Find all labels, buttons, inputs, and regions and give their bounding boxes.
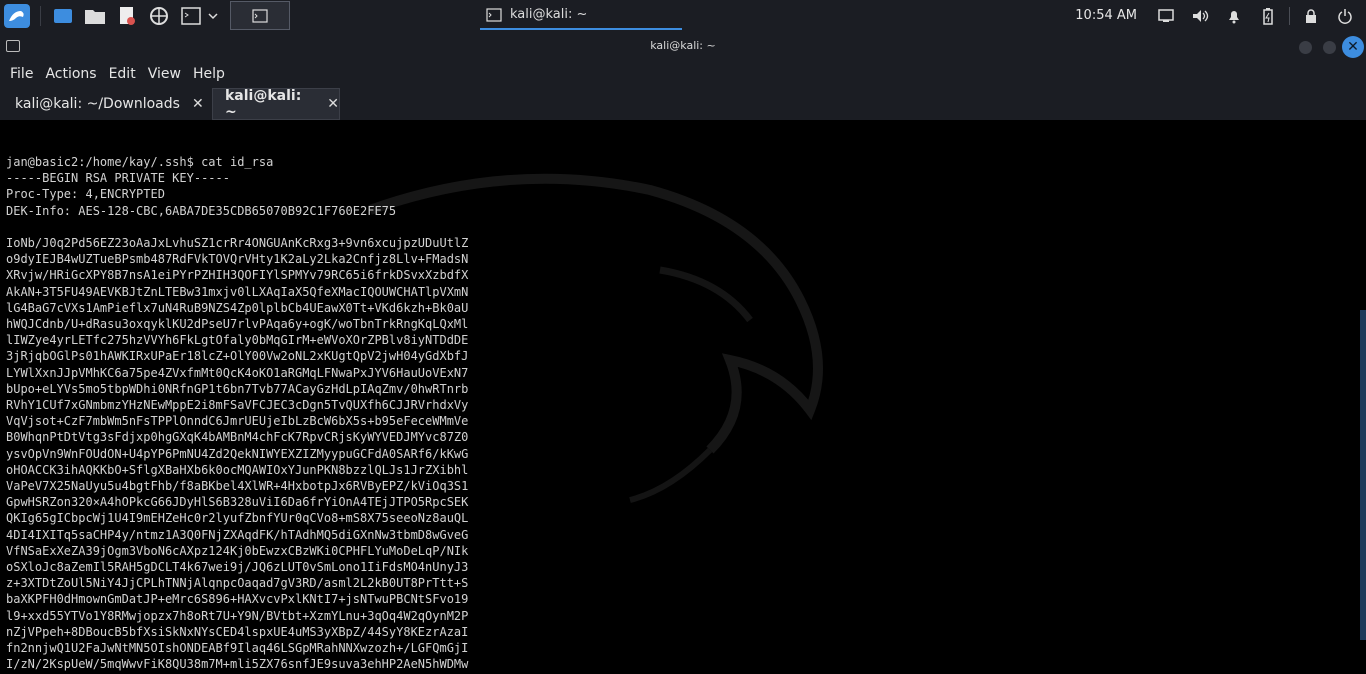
tab-bar: kali@kali: ~/Downloads ✕ kali@kali: ~ ✕	[0, 86, 1366, 120]
tab-label: kali@kali: ~/Downloads	[15, 96, 180, 112]
panel-separator	[40, 5, 41, 26]
maximize-button[interactable]	[1323, 41, 1336, 54]
terminal-line: VaPeV7X25NaUyu5u4bgtFhb/f8aBKbel4XlWR+4H…	[6, 479, 469, 494]
power-icon[interactable]	[1334, 5, 1356, 27]
terminal-line: o9dyIEJB4wUZTueBPsmb487RdFVkTOVQrVHty1K2…	[6, 252, 469, 267]
close-icon: ✕	[1347, 39, 1359, 55]
terminal-output[interactable]: jan@basic2:/home/kay/.ssh$ cat id_rsa ---…	[0, 120, 1366, 674]
taskbar-window-title: kali@kali: ~	[510, 7, 588, 22]
display-icon[interactable]	[1155, 5, 1177, 27]
volume-icon[interactable]	[1189, 5, 1211, 27]
workspace-active-button[interactable]	[230, 1, 290, 30]
close-window-button[interactable]: ✕	[1342, 36, 1364, 58]
terminal-line: DEK-Info: AES-128-CBC,6ABA7DE35CDB65070B…	[6, 203, 397, 218]
menu-edit[interactable]: Edit	[103, 66, 142, 82]
terminal-line: VqVjsot+CzF7mbWm5nFsTPPlOnndC6JmrUEUjeIb…	[6, 414, 469, 429]
terminal-line: LYWlXxnJJpVMhKC6a75pe4ZVxfmMt0QcK4oKO1aR…	[6, 365, 469, 380]
terminal-line: AkAN+3T5FU49AEVKBJtZnLTEBw31mxjv0lLXAqIa…	[6, 284, 469, 299]
menu-view[interactable]: View	[142, 66, 187, 82]
menu-file[interactable]: File	[4, 66, 39, 82]
terminal-line: XRvjw/HRiGcXPY8B7nsA1eiPYrPZHIH3QOFIYlSP…	[6, 268, 469, 283]
terminal-line: -----BEGIN RSA PRIVATE KEY-----	[6, 171, 230, 186]
terminal-line: lG4BaG7cVXs1AmPieflx7uN4RuB9NZS4Zp0lplbC…	[6, 300, 469, 315]
text-editor-icon[interactable]	[115, 4, 139, 28]
terminal-text: jan@basic2:/home/kay/.ssh$ cat id_rsa ---…	[6, 154, 468, 673]
close-tab-icon[interactable]: ✕	[192, 96, 204, 112]
terminal-line: Proc-Type: 4,ENCRYPTED	[6, 187, 165, 202]
web-browser-icon[interactable]	[147, 4, 171, 28]
terminal-line: GpwHSRZon320×A4hOPkcG66JDyHlS6B328uViI6D…	[6, 495, 469, 510]
terminal-line: RVhY1CUf7xGNmbmzYHzNEwMppE2i8mFSaVFCJEC3…	[6, 398, 469, 413]
terminal-line: IoNb/J0q2Pd56EZ23oAaJxLvhuSZ1crRr4ONGUAn…	[6, 236, 469, 251]
terminal-icon	[486, 7, 502, 22]
terminal-line: VfNSaExXeZA39jOgm3VboN6cAXpz124Kj0bEwzxC…	[6, 543, 469, 558]
terminal-line: jan@basic2:/home/kay/.ssh$ cat id_rsa	[6, 155, 274, 169]
kali-menu-button[interactable]	[0, 0, 34, 31]
terminal-line: 3jRjqbOGlPs01hAWKIRxUPaEr18lcZ+OlY00Vw2o…	[6, 349, 469, 364]
terminal-line: z+3XTDtZoUl5NiY4JjCPLhTNNjAlqnpcOaqad7gV…	[6, 576, 469, 591]
terminal-line: nZjVPpeh+8DBoucB5bfXsiSkNxNYsCED4lspxUE4…	[6, 624, 469, 639]
terminal-line: 4DI4IXITq5saCHP4y/ntmz1A3Q0FNjZXAqdFK/hT…	[6, 527, 469, 542]
terminal-scrollbar[interactable]	[1360, 310, 1366, 640]
terminal-line: B0WhqnPtDtVtg3sFdjxp0hgGXqK4bAMBnM4chFcK…	[6, 430, 469, 445]
lock-icon[interactable]	[1300, 5, 1322, 27]
terminal-line: l9+xxd55YTVo1Y8RMwjopzx7h8oRt7U+Y9N/BVtb…	[6, 608, 469, 623]
terminal-icon	[252, 8, 268, 23]
tray-separator	[1289, 6, 1290, 25]
minimize-button[interactable]	[1299, 41, 1312, 54]
terminal-line: QKIg65gICbpcWj1U4I9mEHZeHc0r2lyufZbnfYUr…	[6, 511, 469, 526]
menu-help[interactable]: Help	[187, 66, 231, 82]
taskbar-window-button[interactable]: kali@kali: ~	[480, 1, 682, 30]
file-manager-icon[interactable]	[83, 4, 107, 28]
window-titlebar[interactable]: kali@kali: ~ ✕	[0, 31, 1366, 62]
system-tray: 10:54 AM	[1075, 0, 1366, 31]
tab-label: kali@kali: ~	[225, 88, 302, 120]
terminal-line: baXKPFH0dHmownGmDatJP+eMrc6S896+HAXvcvPx…	[6, 592, 469, 607]
terminal-line: lIWZye4yrLETfc275hzVVYh6FkLgtOfaly0bMqGI…	[6, 333, 469, 348]
tab-home[interactable]: kali@kali: ~ ✕	[212, 88, 340, 120]
clock[interactable]: 10:54 AM	[1075, 8, 1137, 23]
terminal-line: hWQJCdnb/U+dRasu3oxqyklKU2dPseU7rlvPAqa6…	[6, 317, 469, 332]
window-title: kali@kali: ~	[650, 39, 716, 52]
terminal-line: fn2nnjwQ1U2FaJwNtMN5OIshONDEABf9Ilaq46LS…	[6, 641, 469, 656]
terminal-line: bUpo+eLYVs5mo5tbpWDhi0NRfnGP1t6bn7Tvb77A…	[6, 381, 469, 396]
battery-icon[interactable]	[1257, 5, 1279, 27]
terminal-line: ysvOpVn9WnFOUdON+U4pYP6PmNU4Zd2QekNIWYEX…	[6, 446, 469, 461]
tab-downloads[interactable]: kali@kali: ~/Downloads ✕	[0, 88, 210, 120]
menu-actions[interactable]: Actions	[39, 66, 102, 82]
terminal-line: oHOACCK3ihAQKKbO+SflgXBaHXb6k0ocMQAWIOxY…	[6, 462, 469, 477]
menu-bar: File Actions Edit View Help	[0, 62, 1366, 86]
notification-bell-icon[interactable]	[1223, 5, 1245, 27]
terminal-launcher-icon[interactable]	[179, 4, 203, 28]
kali-dragon-icon	[4, 3, 30, 28]
chevron-down-icon[interactable]	[207, 4, 219, 28]
terminal-line: I/zN/2KspUeW/5mqWwvFiK8QU38m7M+mli5ZX76s…	[6, 657, 469, 672]
show-desktop-icon[interactable]	[51, 4, 75, 28]
terminal-line: oSXloJc8aZemIl5RAH5gDCLT4k67wei9j/JQ6zLU…	[6, 560, 469, 575]
close-tab-icon[interactable]: ✕	[327, 96, 339, 112]
